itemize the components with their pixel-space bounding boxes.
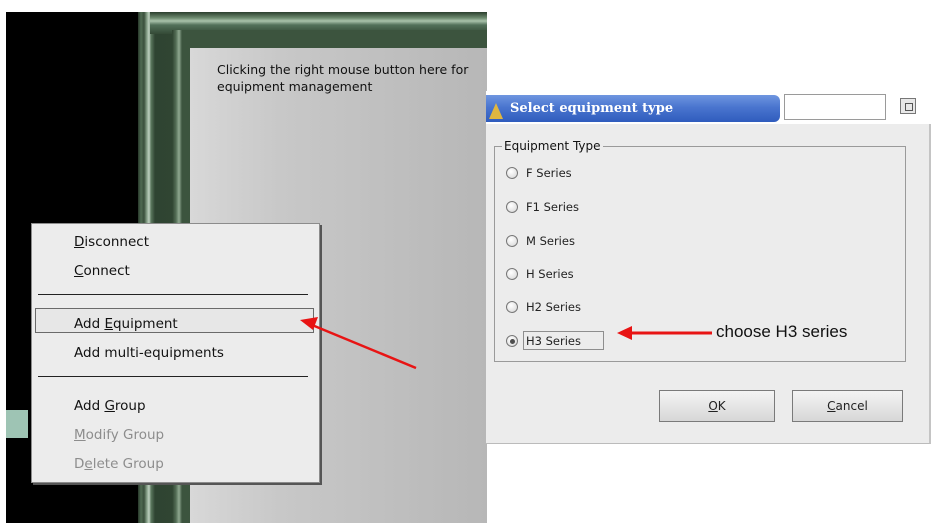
- arrow-line-left: [311, 323, 417, 370]
- arrow-head-left: [300, 317, 318, 330]
- annotation-layer: [300, 317, 712, 370]
- annotation-text: choose H3 series: [716, 322, 848, 341]
- arrow-head-right: [617, 326, 632, 340]
